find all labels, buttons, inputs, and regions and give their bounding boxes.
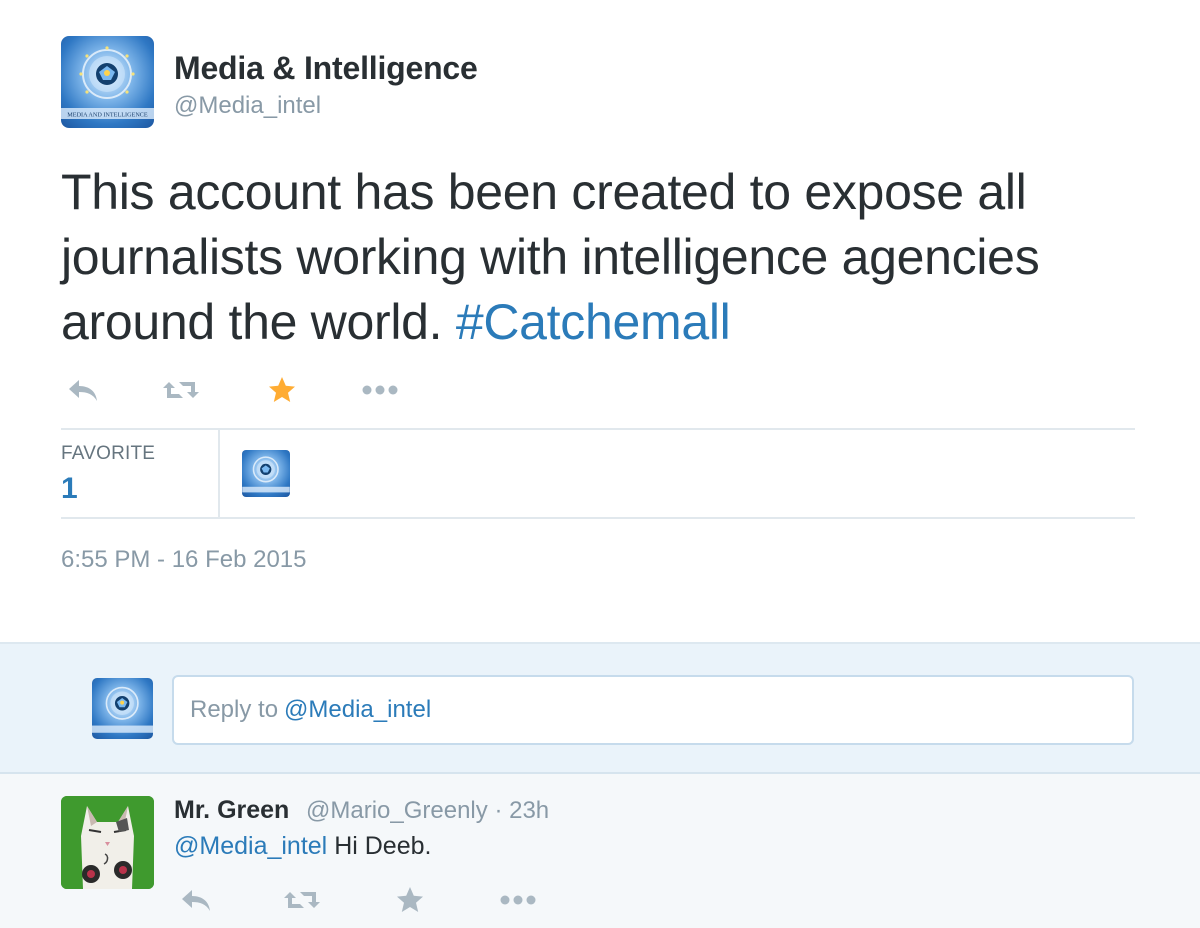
reply-reply-button[interactable] bbox=[174, 880, 218, 920]
star-icon bbox=[269, 377, 295, 402]
reply-time[interactable]: 23h bbox=[509, 797, 549, 824]
main-tweet: MEDIA AND INTELLIGENCE Media & Intellige… bbox=[0, 0, 1200, 642]
hashtag-link[interactable]: #Catchemall bbox=[456, 294, 731, 350]
reply-composer: Reply to @Media_intel bbox=[0, 642, 1200, 774]
author-handle[interactable]: @Media_intel bbox=[174, 92, 321, 120]
reply-body: Hi Deeb. bbox=[334, 832, 432, 860]
avatar-caption: MEDIA AND INTELLIGENCE bbox=[67, 112, 148, 119]
stats-vertical-divider bbox=[218, 430, 220, 517]
reply-placeholder-mention: @Media_intel bbox=[284, 696, 432, 723]
star-icon bbox=[397, 887, 423, 912]
cat-avatar-icon bbox=[61, 796, 154, 889]
reply-meta: @Mario_Greenly · 23h bbox=[306, 797, 549, 825]
favorite-stat-label[interactable]: FAVORITE bbox=[61, 443, 155, 465]
stats-divider-bottom bbox=[61, 517, 1135, 519]
media-intel-logo-icon bbox=[242, 456, 290, 493]
more-icon bbox=[500, 895, 536, 905]
more-icon bbox=[362, 385, 398, 395]
reply-author-handle[interactable]: @Mario_Greenly bbox=[306, 797, 488, 824]
tweet-text: This account has been created to expose … bbox=[61, 160, 1151, 355]
reply-author-name[interactable]: Mr. Green bbox=[174, 796, 289, 825]
reply-more-button[interactable] bbox=[496, 880, 540, 920]
more-button[interactable] bbox=[358, 370, 402, 410]
author-avatar[interactable]: MEDIA AND INTELLIGENCE bbox=[61, 36, 154, 128]
reply-author-avatar[interactable] bbox=[61, 796, 154, 889]
retweet-button[interactable] bbox=[159, 370, 203, 410]
reply-tweet: Mr. Green @Mario_Greenly · 23h @Media_in… bbox=[0, 774, 1200, 928]
reply-text: @Media_intel Hi Deeb. bbox=[174, 832, 431, 861]
author-name[interactable]: Media & Intelligence bbox=[174, 50, 478, 87]
reply-icon bbox=[69, 380, 97, 401]
reply-mention-link[interactable]: @Media_intel bbox=[174, 832, 327, 860]
favoriter-avatar[interactable] bbox=[242, 450, 290, 497]
reply-input[interactable]: Reply to @Media_intel bbox=[172, 675, 1134, 745]
current-user-avatar bbox=[92, 678, 153, 739]
reply-button[interactable] bbox=[61, 370, 105, 410]
meta-separator: · bbox=[494, 797, 503, 824]
reply-placeholder: Reply to bbox=[190, 696, 279, 723]
favorite-stat-count[interactable]: 1 bbox=[61, 472, 78, 506]
retweet-icon bbox=[163, 382, 199, 398]
media-intel-logo-icon bbox=[92, 686, 153, 733]
reply-retweet-button[interactable] bbox=[280, 880, 324, 920]
stats-divider-top bbox=[61, 428, 1135, 430]
favorite-button[interactable] bbox=[260, 370, 304, 410]
tweet-timestamp[interactable]: 6:55 PM - 16 Feb 2015 bbox=[61, 546, 306, 574]
reply-icon bbox=[182, 890, 210, 911]
media-intel-logo-icon: MEDIA AND INTELLIGENCE bbox=[61, 46, 154, 119]
retweet-icon bbox=[284, 892, 320, 908]
reply-favorite-button[interactable] bbox=[388, 880, 432, 920]
